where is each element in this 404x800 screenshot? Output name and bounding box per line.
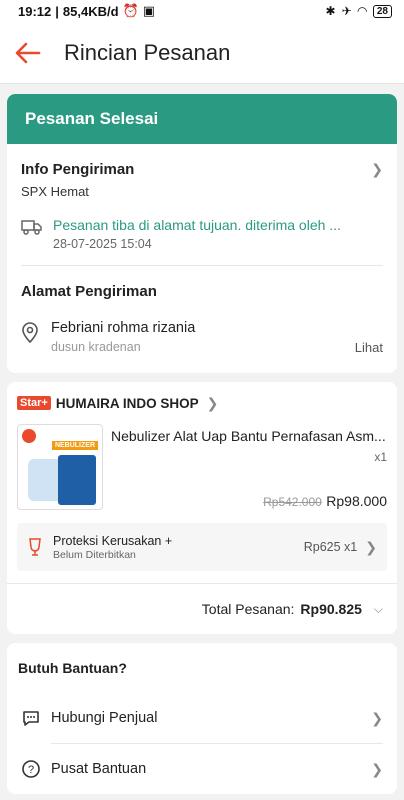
truck-icon bbox=[21, 220, 42, 235]
back-button[interactable] bbox=[14, 39, 42, 67]
star-plus-badge: Star+ bbox=[17, 396, 51, 410]
order-status-banner: Pesanan Selesai bbox=[7, 94, 397, 144]
box-image bbox=[58, 455, 96, 505]
chevron-right-icon: ❯ bbox=[371, 760, 383, 777]
order-info-card: Pesanan Selesai Info Pengiriman ❯ SPX He… bbox=[7, 94, 397, 373]
chevron-right-icon: ❯ bbox=[371, 161, 383, 177]
courier-name: SPX Hemat bbox=[21, 184, 89, 199]
location-pin-icon bbox=[22, 322, 38, 343]
product-qty: x1 bbox=[374, 450, 387, 464]
shield-icon bbox=[29, 538, 41, 556]
order-total-row[interactable]: Total Pesanan: Rp90.825 ⌵ bbox=[7, 584, 397, 634]
contact-seller-label: Hubungi Penjual bbox=[51, 710, 158, 726]
address-title: Alamat Pengiriman bbox=[21, 283, 157, 300]
shipping-title: Info Pengiriman bbox=[21, 161, 135, 178]
address-line: dusun kradenan bbox=[51, 340, 141, 354]
shipping-info[interactable]: Info Pengiriman ❯ SPX Hemat Pesanan tiba… bbox=[7, 144, 397, 265]
chevron-down-icon: ⌵ bbox=[373, 601, 383, 616]
address-section: Alamat Pengiriman Febriani rohma rizania… bbox=[7, 266, 397, 373]
bluetooth-icon: ✱ bbox=[325, 4, 336, 18]
page-title: Rincian Pesanan bbox=[64, 39, 231, 65]
help-circle-icon: ? bbox=[22, 760, 40, 778]
total-label: Total Pesanan: bbox=[201, 601, 295, 617]
battery-icon: 28 bbox=[372, 4, 392, 18]
notification-icon: ▣ bbox=[142, 3, 156, 18]
shop-header[interactable]: Star+ HUMAIRA INDO SHOP ❯ bbox=[7, 382, 397, 424]
product-item[interactable]: NEBULIZER Nebulizer Alat Uap Bantu Perna… bbox=[7, 424, 397, 511]
product-price: Rp98.000 bbox=[326, 493, 387, 509]
protection-row[interactable]: Proteksi Kerusakan + Belum Diterbitkan R… bbox=[17, 523, 387, 571]
status-bar: 19:12 | 85,4KB/d ⏰ ▣ ✱ ✈ ◠ 28 bbox=[0, 0, 404, 22]
product-brand-label: NEBULIZER bbox=[51, 441, 98, 450]
help-title: Butuh Bantuan? bbox=[18, 660, 127, 676]
product-name: Nebulizer Alat Uap Bantu Pernafasan Asm.… bbox=[111, 428, 386, 444]
alarm-icon: ⏰ bbox=[122, 3, 139, 18]
contact-seller-row[interactable]: Hubungi Penjual ❯ bbox=[7, 693, 397, 743]
app-bar: Rincian Pesanan bbox=[0, 22, 404, 84]
svg-text:?: ? bbox=[28, 764, 34, 776]
chevron-right-icon: ❯ bbox=[365, 538, 377, 555]
arrow-left-icon bbox=[15, 42, 41, 63]
see-address-link[interactable]: Lihat bbox=[355, 340, 383, 355]
chevron-right-icon: ❯ bbox=[371, 709, 383, 726]
status-time: 19:12 bbox=[18, 3, 52, 19]
airplane-icon: ✈ bbox=[341, 4, 352, 18]
recipient-name: Febriani rohma rizania bbox=[51, 320, 196, 336]
wifi-icon: ◠ bbox=[357, 4, 367, 18]
protection-price: Rp625 x1 bbox=[303, 540, 358, 554]
old-price: Rp542.000 bbox=[263, 495, 322, 509]
help-center-row[interactable]: ? Pusat Bantuan ❯ bbox=[7, 744, 397, 794]
shop-logo-icon bbox=[22, 429, 36, 443]
protection-title: Proteksi Kerusakan + bbox=[53, 533, 173, 548]
status-net-speed: 85,4KB/d bbox=[62, 3, 119, 19]
chat-icon bbox=[23, 711, 39, 726]
product-card: Star+ HUMAIRA INDO SHOP ❯ NEBULIZER Nebu… bbox=[7, 382, 397, 634]
help-center-label: Pusat Bantuan bbox=[51, 761, 147, 777]
protection-subtitle: Belum Diterbitkan bbox=[53, 548, 136, 561]
shop-name: HUMAIRA INDO SHOP bbox=[55, 395, 199, 411]
product-thumbnail: NEBULIZER bbox=[17, 424, 103, 510]
total-value: Rp90.825 bbox=[300, 601, 362, 617]
tracking-time: 28-07-2025 15:04 bbox=[53, 237, 152, 251]
help-card: Butuh Bantuan? Hubungi Penjual ❯ ? Pusat… bbox=[7, 643, 397, 794]
tracking-status: Pesanan tiba di alamat tujuan. diterima … bbox=[53, 217, 341, 233]
chevron-right-icon: ❯ bbox=[206, 394, 219, 411]
